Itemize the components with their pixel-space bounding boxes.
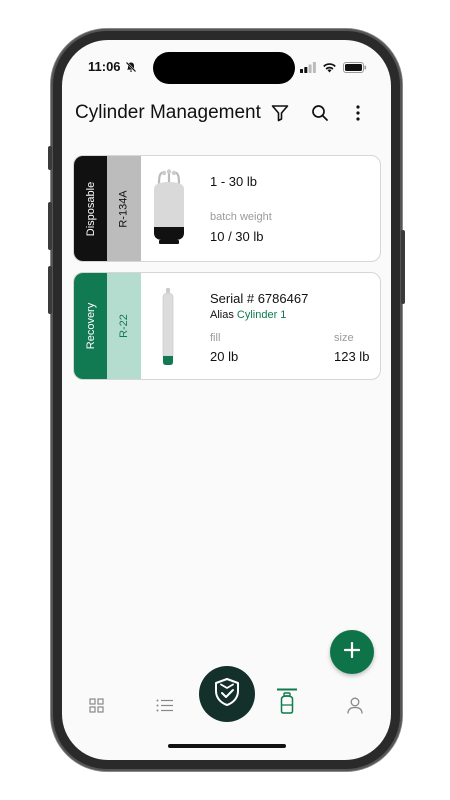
cylinder-card[interactable]: Recovery R-22 Serial # 6786467 Alias Cyl… [73,272,381,380]
add-cylinder-button[interactable] [330,630,374,674]
more-vertical-icon[interactable] [347,102,369,124]
cylinder-type-label: Recovery [85,302,97,350]
refrigerant-label: R-134A [118,189,131,228]
dynamic-island [153,52,295,84]
volume-down-button [48,266,52,314]
cylinder-type-strip: Recovery [74,273,108,379]
refrigerant-strip: R-22 [107,273,141,379]
cylinder-icon[interactable] [276,688,298,716]
fill-value: 20 lb [210,349,239,364]
app-screen: 11:06 Cylinder Management Disposable R-1… [62,40,391,760]
refrigerant-label: R-22 [118,314,130,338]
grid-icon[interactable] [86,695,106,715]
alias-row: Alias Cylinder 1 [210,309,286,321]
cellular-signal-icon [300,60,316,78]
shield-check-button[interactable] [199,666,255,722]
search-icon[interactable] [309,102,331,124]
cylinder-type-strip: Disposable [74,156,108,261]
alias-value: Cylinder 1 [236,309,287,321]
cylinder-size-range: 1 - 30 lb [210,174,257,189]
status-time: 11:06 [88,59,121,74]
refrigerant-strip: R-134A [107,156,141,261]
size-label: size [334,332,354,344]
power-button [401,230,405,304]
serial-number: Serial # 6786467 [210,291,309,306]
page-title: Cylinder Management [75,102,261,123]
cylinder-type-label: Disposable [85,181,98,236]
shield-check-icon [211,676,243,713]
battery-icon [343,60,367,78]
volume-up-button [48,202,52,250]
fill-label: fill [210,332,221,344]
plus-icon [343,641,361,663]
user-icon[interactable] [345,695,365,715]
app-bar: Cylinder Management [62,98,391,128]
alias-label: Alias [210,309,234,321]
bell-muted-icon [125,60,137,78]
batch-weight-label: batch weight [210,211,272,223]
size-value: 123 lb [334,349,370,364]
batch-weight-value: 10 / 30 lb [210,229,264,244]
disposable-cylinder-icon [149,169,189,252]
mute-switch [48,146,52,170]
list-icon[interactable] [154,695,176,715]
cylinder-card[interactable]: Disposable R-134A 1 - 30 lb batch weight… [73,155,381,262]
filter-icon[interactable] [269,102,291,124]
wifi-icon [322,60,337,78]
recovery-cylinder-icon [160,288,176,371]
home-indicator [168,744,286,748]
